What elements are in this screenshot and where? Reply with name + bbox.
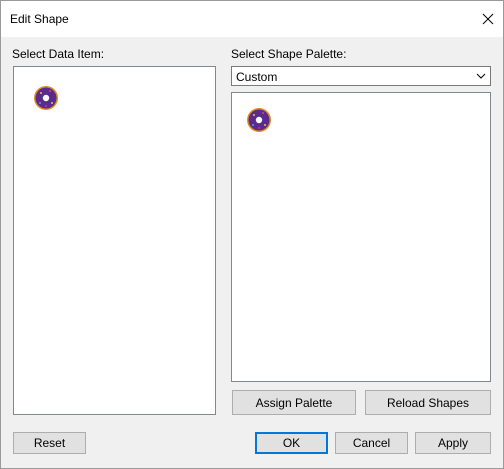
donut-shape-icon bbox=[34, 86, 61, 110]
title-bar: Edit Shape bbox=[1, 1, 503, 37]
select-data-item-label: Select Data Item: bbox=[12, 47, 105, 61]
select-shape-palette-label: Select Shape Palette: bbox=[231, 47, 347, 61]
data-item-donut[interactable] bbox=[31, 83, 61, 113]
edit-shape-dialog: Edit Shape Select Data Item: Select Shap… bbox=[0, 0, 504, 469]
shape-palette-grid[interactable] bbox=[231, 92, 491, 382]
assign-palette-button[interactable]: Assign Palette bbox=[232, 390, 356, 415]
chevron-down-icon bbox=[476, 73, 486, 79]
palette-shape-donut[interactable] bbox=[244, 105, 274, 135]
shape-palette-value: Custom bbox=[236, 70, 278, 84]
dialog-title: Edit Shape bbox=[10, 12, 69, 26]
ok-button[interactable]: OK bbox=[255, 432, 328, 454]
close-button[interactable] bbox=[473, 1, 503, 37]
cancel-button[interactable]: Cancel bbox=[335, 432, 408, 454]
reset-button[interactable]: Reset bbox=[13, 432, 86, 454]
shape-palette-dropdown[interactable]: Custom bbox=[231, 66, 491, 86]
donut-shape-icon bbox=[247, 108, 274, 132]
data-item-list[interactable] bbox=[13, 66, 216, 415]
reload-shapes-button[interactable]: Reload Shapes bbox=[365, 390, 491, 415]
apply-button[interactable]: Apply bbox=[415, 432, 491, 454]
close-icon bbox=[482, 13, 494, 25]
